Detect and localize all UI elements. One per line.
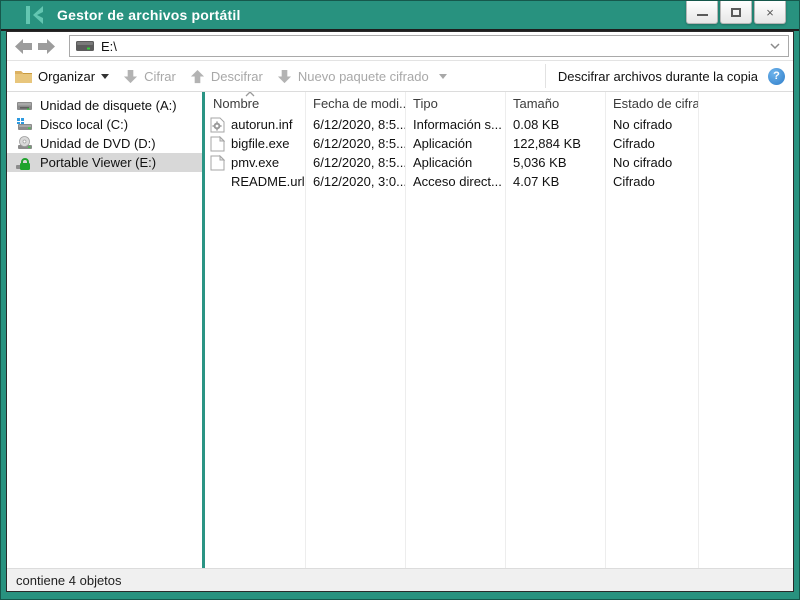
drive-icon <box>76 40 94 52</box>
file-size: 4.07 KB <box>505 174 605 189</box>
dvd-drive-icon <box>16 136 33 151</box>
organize-dropdown-icon <box>101 74 109 79</box>
encrypt-label: Cifrar <box>144 69 176 84</box>
encrypted-drive-icon <box>16 155 33 170</box>
column-header-status[interactable]: Estado de cifra... <box>605 96 698 111</box>
back-button[interactable] <box>15 38 33 55</box>
minimize-button[interactable] <box>686 1 718 24</box>
drive-tree: Unidad de disquete (A:) Disco local (C:) <box>7 92 205 568</box>
address-path: E:\ <box>101 39 117 54</box>
file-list: Nombre Fecha de modi... Tipo Tamaño Esta… <box>205 92 793 568</box>
maximize-button[interactable] <box>720 1 752 24</box>
new-package-dropdown-icon <box>439 74 447 79</box>
main-area: Unidad de disquete (A:) Disco local (C:) <box>7 92 793 568</box>
file-modified: 6/12/2020, 8:5... <box>305 136 405 151</box>
file-type: Acceso direct... <box>405 174 505 189</box>
file-status: Cifrado <box>605 174 698 189</box>
minimize-icon <box>697 14 708 16</box>
decrypt-button[interactable]: Descifrar <box>190 69 263 84</box>
new-encrypted-package-label: Nuevo paquete cifrado <box>298 69 429 84</box>
column-header-modified[interactable]: Fecha de modi... <box>305 96 405 111</box>
file-type: Aplicación <box>405 155 505 170</box>
sidebar-item-dvd-d[interactable]: Unidad de DVD (D:) <box>7 134 202 153</box>
arrow-down-icon <box>123 69 138 84</box>
file-size: 0.08 KB <box>505 117 605 132</box>
file-modified: 6/12/2020, 8:5... <box>305 155 405 170</box>
sidebar-item-label: Disco local (C:) <box>40 117 128 132</box>
decrypt-label: Descifrar <box>211 69 263 84</box>
organize-label: Organizar <box>38 69 95 84</box>
forward-button[interactable] <box>37 38 55 55</box>
sort-ascending-icon <box>245 92 255 97</box>
sidebar-item-portable-e[interactable]: Portable Viewer (E:) <box>7 153 202 172</box>
file-size: 5,036 KB <box>505 155 605 170</box>
folder-icon <box>15 69 32 83</box>
no-icon <box>210 174 225 190</box>
arrow-up-icon <box>190 69 205 84</box>
title-bar: Gestor de archivos portátil × <box>1 1 799 31</box>
close-button[interactable]: × <box>754 1 786 24</box>
help-icon[interactable]: ? <box>768 68 785 85</box>
local-disk-icon <box>16 117 33 132</box>
address-bar[interactable]: E:\ <box>69 35 789 57</box>
sidebar-item-floppy-a[interactable]: Unidad de disquete (A:) <box>7 96 202 115</box>
encrypt-button[interactable]: Cifrar <box>123 69 176 84</box>
maximize-icon <box>731 8 741 17</box>
file-size: 122,884 KB <box>505 136 605 151</box>
column-header-name[interactable]: Nombre <box>205 96 305 111</box>
file-rows: autorun.inf 6/12/2020, 8:5... Informació… <box>205 115 793 191</box>
file-status: No cifrado <box>605 155 698 170</box>
file-modified: 6/12/2020, 8:5... <box>305 117 405 132</box>
navigation-bar: E:\ <box>7 32 793 61</box>
file-icon <box>210 155 225 171</box>
organize-button[interactable]: Organizar <box>15 69 109 84</box>
file-name: bigfile.exe <box>231 136 290 151</box>
file-row-pmv[interactable]: pmv.exe 6/12/2020, 8:5... Aplicación 5,0… <box>205 153 793 172</box>
list-header: Nombre Fecha de modi... Tipo Tamaño Esta… <box>205 92 793 115</box>
file-row-readme[interactable]: README.url 6/12/2020, 3:0... Acceso dire… <box>205 172 793 191</box>
new-encrypted-package-button[interactable]: Nuevo paquete cifrado <box>277 69 447 84</box>
sidebar-item-label: Unidad de disquete (A:) <box>40 98 177 113</box>
file-icon <box>210 136 225 152</box>
sidebar-item-label: Unidad de DVD (D:) <box>40 136 156 151</box>
window-title: Gestor de archivos portátil <box>57 7 241 23</box>
status-bar: contiene 4 objetos <box>7 568 793 591</box>
file-row-bigfile[interactable]: bigfile.exe 6/12/2020, 8:5... Aplicación… <box>205 134 793 153</box>
file-name: README.url <box>231 174 305 189</box>
file-type: Información s... <box>405 117 505 132</box>
file-name: pmv.exe <box>231 155 279 170</box>
sidebar-item-local-c[interactable]: Disco local (C:) <box>7 115 202 134</box>
file-name: autorun.inf <box>231 117 292 132</box>
floppy-drive-icon <box>16 98 33 113</box>
column-header-size[interactable]: Tamaño <box>505 96 605 111</box>
sidebar-item-label: Portable Viewer (E:) <box>40 155 156 170</box>
column-header-type[interactable]: Tipo <box>405 96 505 111</box>
decrypt-on-copy-label: Descifrar archivos durante la copia <box>558 69 758 84</box>
arrow-down-icon <box>277 69 292 84</box>
file-status: Cifrado <box>605 136 698 151</box>
file-modified: 6/12/2020, 3:0... <box>305 174 405 189</box>
file-row-autorun[interactable]: autorun.inf 6/12/2020, 8:5... Informació… <box>205 115 793 134</box>
file-status: No cifrado <box>605 117 698 132</box>
close-icon: × <box>766 5 774 20</box>
decrypt-on-copy-option[interactable]: Descifrar archivos durante la copia ? <box>558 68 785 85</box>
status-text: contiene 4 objetos <box>16 573 122 588</box>
toolbar-separator <box>545 64 546 88</box>
kaspersky-logo-icon <box>25 6 45 24</box>
window-content: E:\ Organizar Cifrar <box>6 31 794 592</box>
file-settings-icon <box>210 117 225 133</box>
toolbar: Organizar Cifrar Descifrar <box>7 61 793 92</box>
file-type: Aplicación <box>405 136 505 151</box>
address-dropdown-icon[interactable] <box>770 42 780 50</box>
window-controls: × <box>686 1 786 24</box>
